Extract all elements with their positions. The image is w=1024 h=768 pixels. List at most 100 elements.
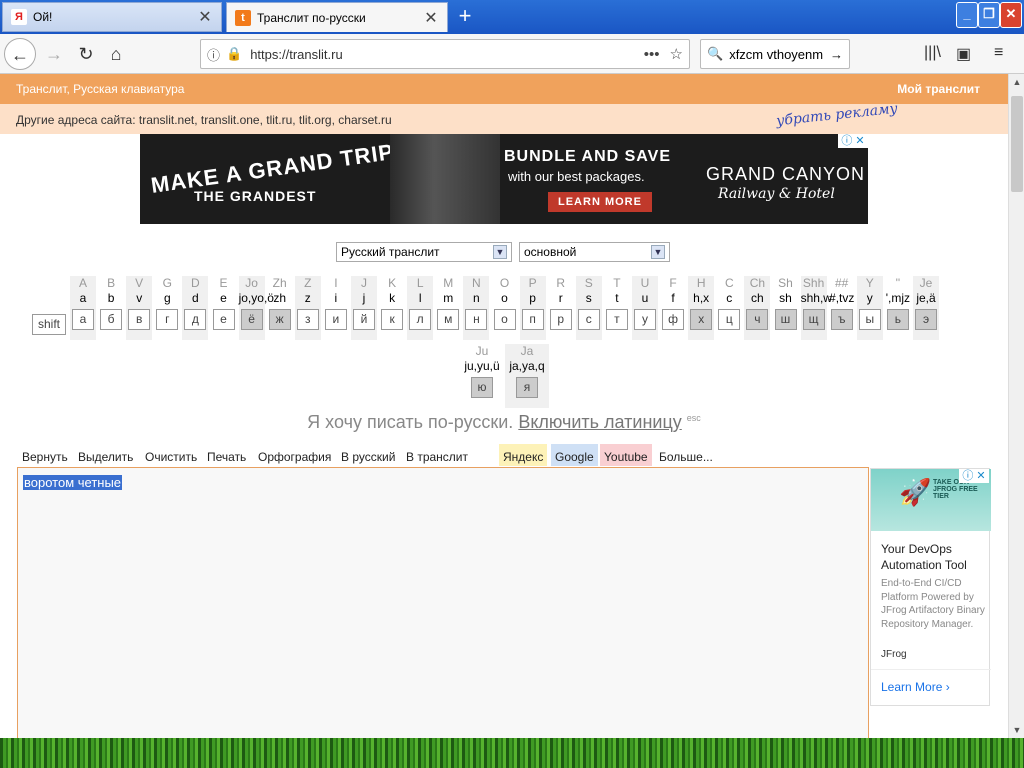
key-button[interactable]: д bbox=[184, 309, 207, 330]
key-button[interactable]: ч bbox=[746, 309, 769, 330]
side-ad[interactable]: 🚀 TAKE OUR JFROG FREE TIER ⓘ ✕ Your DevO… bbox=[870, 468, 991, 706]
menu-icon[interactable]: ≡ bbox=[994, 44, 1003, 62]
url-bar[interactable]: ⓘ 🔒 https://translit.ru ••• ☆ bbox=[200, 39, 690, 69]
key-button[interactable]: ё bbox=[240, 309, 263, 330]
maximize-button[interactable]: ❐ bbox=[978, 2, 1000, 28]
ad-close-icon[interactable]: ⓘ ✕ bbox=[959, 469, 989, 483]
forward-button[interactable]: → bbox=[38, 38, 70, 70]
key-button[interactable]: з bbox=[296, 309, 319, 330]
to-translit-button[interactable]: В транслит bbox=[406, 444, 468, 466]
shift-key[interactable]: shift bbox=[32, 314, 66, 335]
key-button[interactable]: с bbox=[577, 309, 600, 330]
clear-button[interactable]: Очистить bbox=[145, 444, 197, 466]
key-button[interactable]: ц bbox=[718, 309, 741, 330]
bookmark-star-icon[interactable]: ☆ bbox=[670, 45, 683, 63]
tab-yandex[interactable]: Я Ой! ✕ bbox=[2, 2, 222, 32]
scroll-down-icon[interactable]: ▼ bbox=[1009, 722, 1024, 738]
taskbar-wallpaper bbox=[0, 738, 1024, 768]
learn-more-button[interactable]: Learn More › bbox=[871, 669, 991, 706]
close-window-button[interactable]: ✕ bbox=[1000, 2, 1022, 28]
key-lower-hint: i bbox=[334, 291, 338, 305]
key-button[interactable]: я bbox=[516, 377, 538, 398]
search-input[interactable]: xfzcm vthoyenm bbox=[729, 47, 830, 62]
key-button[interactable]: й bbox=[353, 309, 375, 330]
key-button[interactable]: и bbox=[324, 309, 347, 330]
key-button[interactable]: ж bbox=[268, 309, 291, 330]
spellcheck-button[interactable]: Орфография bbox=[258, 444, 331, 466]
slogan-text: Я хочу писать по-русски. bbox=[307, 412, 514, 432]
key-button[interactable]: ь bbox=[886, 309, 909, 330]
site-title-link[interactable]: Транслит, Русская клавиатура bbox=[16, 82, 184, 96]
key-upper-hint: M bbox=[443, 276, 454, 290]
key-button[interactable]: у bbox=[634, 309, 656, 330]
key-button[interactable]: о bbox=[493, 309, 516, 330]
tab-translit[interactable]: t Транслит по-русски ✕ bbox=[226, 2, 448, 32]
new-tab-button[interactable]: + bbox=[452, 4, 478, 30]
close-tab-icon[interactable]: ✕ bbox=[423, 8, 439, 28]
home-icon[interactable]: ⌂ bbox=[100, 38, 132, 70]
ad-cta-button[interactable]: LEARN MORE bbox=[548, 192, 652, 212]
key-button[interactable]: е bbox=[212, 309, 235, 330]
info-icon[interactable]: ⓘ bbox=[207, 45, 220, 64]
youtube-search-button[interactable]: Youtube bbox=[600, 444, 652, 466]
editor-text[interactable]: воротом четные bbox=[23, 475, 123, 490]
key-lower-hint: ja,ya,q bbox=[509, 359, 545, 373]
sidebar-icon[interactable]: ▣ bbox=[956, 44, 971, 64]
scroll-up-icon[interactable]: ▲ bbox=[1009, 74, 1024, 90]
back-button[interactable]: ← bbox=[4, 38, 36, 70]
close-tab-icon[interactable]: ✕ bbox=[197, 7, 213, 27]
key-column: Ppп bbox=[519, 276, 546, 340]
search-bar[interactable]: 🔍 xfzcm vthoyenm → bbox=[700, 39, 850, 69]
undo-button[interactable]: Вернуть bbox=[22, 444, 68, 466]
key-button[interactable]: п bbox=[521, 309, 544, 330]
key-button[interactable]: л bbox=[409, 309, 432, 330]
minimize-button[interactable]: _ bbox=[956, 2, 978, 28]
key-button[interactable]: ю bbox=[471, 377, 493, 398]
key-button[interactable]: щ bbox=[802, 309, 825, 330]
key-lower-hint: b bbox=[107, 291, 115, 305]
key-button[interactable]: б bbox=[100, 309, 123, 330]
scrollbar[interactable]: ▲ ▼ bbox=[1008, 74, 1024, 738]
key-button[interactable]: э bbox=[915, 309, 937, 330]
translit-icon: t bbox=[235, 9, 251, 26]
ad-offer-sub: with our best packages. bbox=[508, 169, 645, 184]
mode-select[interactable]: основной ▼ bbox=[519, 242, 670, 262]
key-button[interactable]: м bbox=[437, 309, 460, 330]
key-button[interactable]: р bbox=[549, 309, 572, 330]
tab-title: Ой! bbox=[33, 10, 53, 24]
learn-more-label: Learn More bbox=[881, 680, 943, 694]
remove-ads-link[interactable]: убрать рекламу bbox=[775, 101, 898, 130]
yandex-search-button[interactable]: Яндекс bbox=[499, 444, 548, 466]
google-search-button[interactable]: Google bbox=[551, 444, 598, 466]
key-lower-hint: f bbox=[671, 291, 675, 305]
library-icon[interactable]: |||\ bbox=[924, 44, 941, 62]
key-button[interactable]: к bbox=[381, 309, 404, 330]
key-button[interactable]: ф bbox=[662, 309, 685, 330]
print-button[interactable]: Печать bbox=[207, 444, 246, 466]
banner-ad[interactable]: MAKE A GRAND TRIP THE GRANDEST BUNDLE AN… bbox=[140, 134, 868, 224]
reload-button[interactable]: ↻ bbox=[70, 38, 102, 70]
key-button[interactable]: х bbox=[690, 309, 713, 330]
key-button[interactable]: ъ bbox=[830, 309, 853, 330]
scroll-thumb[interactable] bbox=[1011, 96, 1023, 192]
key-button[interactable]: а bbox=[72, 309, 94, 330]
search-go-icon[interactable]: → bbox=[830, 47, 843, 62]
page-actions-icon[interactable]: ••• bbox=[644, 46, 660, 63]
key-button[interactable]: т bbox=[605, 309, 628, 330]
url-text[interactable]: https://translit.ru bbox=[250, 47, 634, 62]
key-button[interactable]: в bbox=[128, 309, 151, 330]
key-button[interactable]: н bbox=[465, 309, 488, 330]
text-editor[interactable]: воротом четные bbox=[17, 467, 869, 738]
key-column: Iiи bbox=[323, 276, 349, 340]
key-lower-hint: je,ä bbox=[916, 291, 936, 305]
layout-select[interactable]: Русский транслит ▼ bbox=[336, 242, 512, 262]
ad-close-icon[interactable]: ⓘ ✕ bbox=[838, 134, 868, 148]
enable-latin-link[interactable]: Включить латиницу bbox=[518, 412, 681, 432]
key-button[interactable]: г bbox=[156, 309, 179, 330]
more-button[interactable]: Больше... bbox=[659, 444, 713, 466]
key-button[interactable]: ы bbox=[858, 309, 881, 330]
select-all-button[interactable]: Выделить bbox=[78, 444, 133, 466]
key-button[interactable]: ш bbox=[774, 309, 797, 330]
to-russian-button[interactable]: В русский bbox=[341, 444, 395, 466]
my-translit-link[interactable]: Мой транслит bbox=[897, 82, 980, 96]
